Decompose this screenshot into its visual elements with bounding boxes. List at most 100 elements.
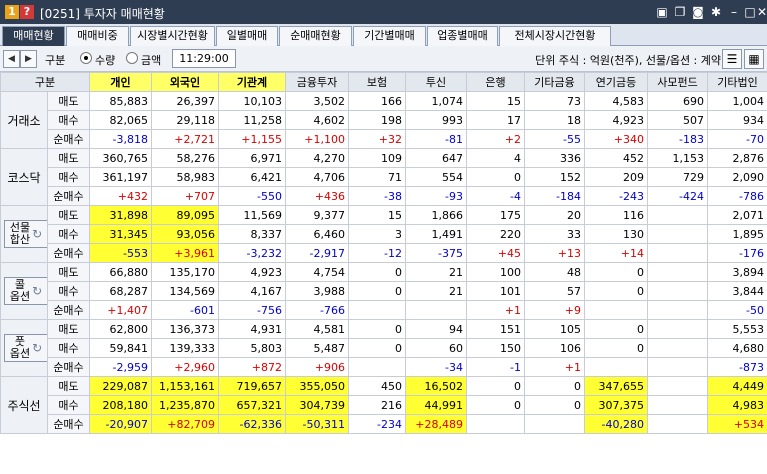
time-input[interactable] (172, 49, 236, 68)
table-cell: -234 (348, 414, 406, 434)
gear-icon[interactable]: ✱ (709, 5, 723, 19)
table-row: 콜 옵션 ↻ 매도 66,880 135,170 4,923 4,754 0 21 100 48 0 3,… (0, 262, 767, 320)
table-cell: 8,337 (218, 224, 286, 244)
table-cell: 0 (524, 376, 585, 396)
table-cell: 20 (524, 205, 585, 225)
column-header[interactable]: 금융투자 (285, 72, 349, 92)
refresh-cycle-icon: ↻ (32, 341, 43, 355)
table-cell: 11,569 (218, 205, 286, 225)
table-cell (584, 357, 648, 377)
column-header[interactable]: 투신 (405, 72, 467, 92)
maximize-icon[interactable]: □ (743, 5, 757, 19)
group-label-text: 주식선 (7, 398, 41, 413)
table-cell: 62,800 (89, 319, 152, 339)
group-label[interactable]: 선물 합산 ↻ (0, 205, 48, 263)
table-cell: -3,818 (89, 129, 152, 149)
row-type-label: 매도 (47, 262, 90, 282)
table-cell: +534 (707, 414, 767, 434)
table-cell: 11,258 (218, 110, 286, 130)
table-cell: 105 (524, 319, 585, 339)
table-cell: 719,657 (218, 376, 286, 396)
column-header[interactable]: 개인 (89, 72, 152, 92)
window-number-badge: 1 (5, 5, 19, 19)
table-row: 거래소 매도 85,883 26,397 10,103 3,502 166 1,074 15 73… (0, 91, 767, 149)
table-cell: -50 (707, 300, 767, 320)
table-cell: 220 (466, 224, 525, 244)
help-badge[interactable]: ? (20, 5, 34, 19)
tab-5[interactable]: 순매매현황 (279, 26, 352, 46)
amount-radio[interactable] (126, 52, 138, 64)
tab-7[interactable]: 업종별매매 (427, 26, 498, 46)
camera-icon[interactable]: ◙ (691, 5, 705, 19)
table-cell: 73 (524, 91, 585, 111)
table-cell: 657,321 (218, 395, 286, 415)
grid-view-icon[interactable]: ▦ (744, 49, 764, 69)
column-header[interactable]: 기타금융 (524, 72, 585, 92)
table-cell: 1,235,870 (151, 395, 219, 415)
table-row: 매수 208,180 1,235,870 657,321 304,739 216 44,99… (1, 395, 767, 415)
link-icon[interactable]: ▣ (655, 5, 669, 19)
list-view-icon[interactable]: ☰ (722, 49, 742, 69)
quantity-radio-label[interactable]: 수량 (95, 52, 115, 68)
next-arrow-icon[interactable]: ▶ (20, 50, 37, 68)
table-cell: 6,421 (218, 167, 286, 187)
copy-icon[interactable]: ❐ (673, 5, 687, 19)
table-cell: 82,065 (89, 110, 152, 130)
table-cell: +14 (584, 243, 648, 263)
table-cell: +1,155 (218, 129, 286, 149)
table-cell: -20,907 (89, 414, 152, 434)
table-cell: -62,336 (218, 414, 286, 434)
table-cell: 1,895 (707, 224, 767, 244)
tab-1[interactable]: 매매현황 (2, 26, 65, 46)
table-cell (647, 281, 708, 301)
group-label[interactable]: 콜 옵션 ↻ (0, 262, 48, 320)
table-cell (348, 357, 406, 377)
table-cell (584, 300, 648, 320)
table-cell (524, 414, 585, 434)
amount-radio-label[interactable]: 금액 (141, 52, 161, 68)
row-type-label: 순매수 (47, 129, 90, 149)
table-row: 순매수 -2,959 +2,960 +872 +906 -34 -1 +1 -873 (1, 357, 767, 377)
table-cell: 15 (466, 91, 525, 111)
group-toggle-button[interactable]: 콜 옵션 ↻ (4, 277, 47, 305)
table-cell: 151 (466, 319, 525, 339)
tab-3[interactable]: 시장별시간현황 (130, 26, 215, 46)
table-cell: +32 (348, 129, 406, 149)
column-header[interactable]: 은행 (466, 72, 525, 92)
column-header[interactable]: 외국인 (151, 72, 219, 92)
group-label-text: 코스닥 (7, 170, 41, 185)
table-cell: 4,167 (218, 281, 286, 301)
table-cell: -38 (348, 186, 406, 206)
tab-6[interactable]: 기간별매매 (353, 26, 426, 46)
group-label: 주식선 (0, 376, 48, 434)
quantity-radio[interactable] (80, 52, 92, 64)
column-header[interactable]: 기관계 (218, 72, 286, 92)
group-toggle-button[interactable]: 풋 옵션 ↻ (4, 334, 47, 362)
table-cell: 4,680 (707, 338, 767, 358)
table-cell: -176 (707, 243, 767, 263)
table-cell (647, 243, 708, 263)
prev-arrow-icon[interactable]: ◀ (3, 50, 20, 68)
column-header[interactable]: 구분 (0, 72, 90, 92)
table-cell: 4,923 (218, 262, 286, 282)
table-cell: 4,754 (285, 262, 349, 282)
column-header[interactable]: 기타법인 (707, 72, 767, 92)
table-cell: -873 (707, 357, 767, 377)
table-cell: 647 (405, 148, 467, 168)
tab-4[interactable]: 일별매매 (216, 26, 278, 46)
tab-8[interactable]: 전체시장시간현황 (499, 26, 611, 46)
table-cell: 4,583 (584, 91, 648, 111)
table-cell: 5,487 (285, 338, 349, 358)
table-cell: 101 (466, 281, 525, 301)
minimize-icon[interactable]: – (727, 5, 741, 19)
column-header[interactable]: 보험 (348, 72, 406, 92)
column-header[interactable]: 사모펀드 (647, 72, 708, 92)
close-icon[interactable]: ✕ (757, 5, 767, 19)
column-header[interactable]: 연기금등 (584, 72, 648, 92)
group-toggle-button[interactable]: 선물 합산 ↻ (4, 220, 47, 248)
group-label[interactable]: 풋 옵션 ↻ (0, 319, 48, 377)
group-label-text: 합산 (9, 233, 31, 246)
tab-2[interactable]: 매매비중 (66, 26, 129, 46)
table-cell: -183 (647, 129, 708, 149)
title-bar: 1 ? [0251] 투자자 매매현황 ▣ ❐ ◙ ✱ – □ ✕ (0, 0, 767, 24)
